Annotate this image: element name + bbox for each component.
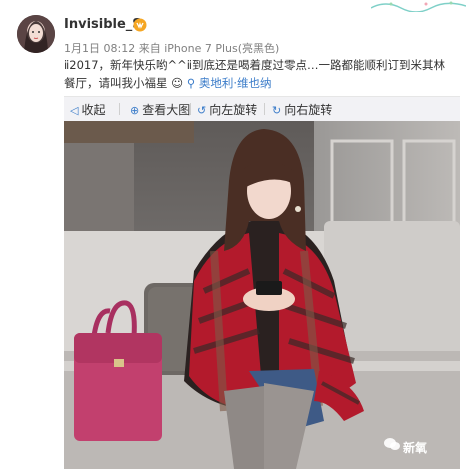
collapse-up-icon: ◁ [70, 104, 79, 117]
zoom-icon: ⊕ [130, 104, 140, 117]
post-source[interactable]: iPhone 7 Plus(亮黑色) [164, 42, 279, 55]
post-text-block: ⅱ2017，新年快乐哟^^ⅱ到底还是喝着度过零点…一路都能顺利订到米其林餐厅，请… [64, 56, 456, 92]
rotate-right-icon: ↻ [272, 104, 282, 117]
rotate-left-icon: ↺ [197, 104, 207, 117]
rotate-left-label: 向左旋转 [209, 103, 258, 117]
location-link[interactable]: ⚲ 奥地利·维也纳 [187, 76, 272, 90]
wechat-logo-icon [384, 438, 400, 450]
divider [119, 103, 120, 115]
decorative-ornament [371, 1, 466, 12]
photo-illustration [64, 121, 460, 469]
post-photo[interactable] [64, 121, 460, 469]
username[interactable]: Invisible_S [64, 17, 142, 32]
divider [264, 103, 265, 115]
avatar[interactable] [17, 15, 55, 53]
location-pin-icon: ⚲ [186, 76, 196, 90]
view-large-label: 查看大图 [142, 103, 191, 117]
rotate-right-label: 向右旋转 [284, 103, 333, 117]
collapse-button[interactable]: ◁ 收起 [70, 101, 105, 118]
smile-emoji-icon: ☺ [171, 76, 184, 90]
collapse-label: 收起 [81, 103, 106, 117]
source-prefix: 来自 [138, 42, 161, 55]
rotate-right-button[interactable]: ↻ 向右旋转 [272, 101, 332, 118]
location-text: 奥地利·维也纳 [198, 76, 272, 90]
watermark-text: 新氧 [403, 441, 428, 455]
post-time[interactable]: 1月1日 08:12 [64, 42, 135, 55]
view-large-button[interactable]: ⊕ 查看大图 [130, 101, 190, 118]
rotate-left-button[interactable]: ↺ 向左旋转 [197, 101, 257, 118]
divider [190, 103, 191, 115]
verified-badge-icon [133, 18, 147, 32]
image-action-bar: ◁ 收起 ⊕ 查看大图 ↺ 向左旋转 ↻ 向右旋转 [64, 96, 460, 121]
post-meta: 1月1日 08:12 来自 iPhone 7 Plus(亮黑色) [64, 40, 279, 56]
